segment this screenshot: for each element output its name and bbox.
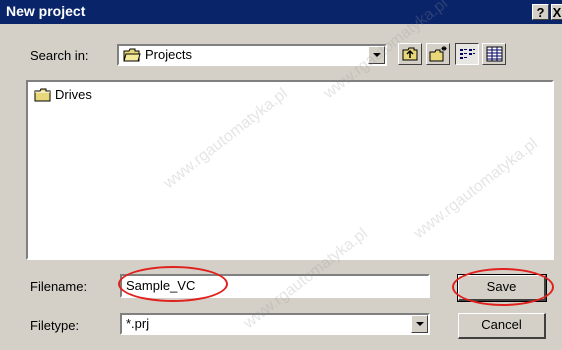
- search-in-label: Search in:: [30, 48, 89, 63]
- cancel-button[interactable]: Cancel: [458, 313, 546, 339]
- filename-input[interactable]: Sample_VC: [120, 274, 430, 298]
- title-bar[interactable]: New project ? X: [0, 0, 562, 24]
- list-item[interactable]: Drives: [34, 87, 92, 102]
- filename-value: Sample_VC: [126, 278, 196, 293]
- filetype-dropdown[interactable]: *.prj: [120, 313, 430, 335]
- list-view-icon: [460, 49, 475, 59]
- create-new-folder-button[interactable]: [426, 43, 450, 65]
- window-title: New project: [6, 3, 86, 19]
- details-view-button[interactable]: [482, 43, 506, 65]
- close-icon: X: [552, 5, 562, 20]
- help-icon: ?: [536, 5, 545, 20]
- file-list[interactable]: Drives: [26, 80, 554, 260]
- filetype-label: Filetype:: [30, 318, 80, 333]
- up-one-level-button[interactable]: [398, 43, 422, 65]
- save-button[interactable]: Save: [457, 274, 547, 302]
- list-item-label: Drives: [55, 87, 92, 102]
- chevron-down-icon[interactable]: [411, 315, 428, 333]
- search-in-dropdown[interactable]: Projects: [117, 44, 387, 66]
- chevron-down-icon[interactable]: [368, 46, 385, 64]
- close-button[interactable]: X: [551, 4, 562, 20]
- filetype-value: *.prj: [126, 316, 150, 331]
- help-button[interactable]: ?: [532, 4, 549, 20]
- list-view-button[interactable]: [455, 43, 479, 65]
- details-view-icon: [486, 46, 503, 62]
- up-folder-icon: [402, 47, 418, 61]
- folder-icon: [34, 88, 51, 101]
- search-in-value: Projects: [145, 47, 192, 62]
- new-folder-icon: [429, 46, 447, 62]
- open-folder-icon: [123, 48, 141, 61]
- new-project-dialog: New project ? X Search in: Projects Driv…: [0, 0, 562, 350]
- filename-label: Filename:: [30, 279, 88, 294]
